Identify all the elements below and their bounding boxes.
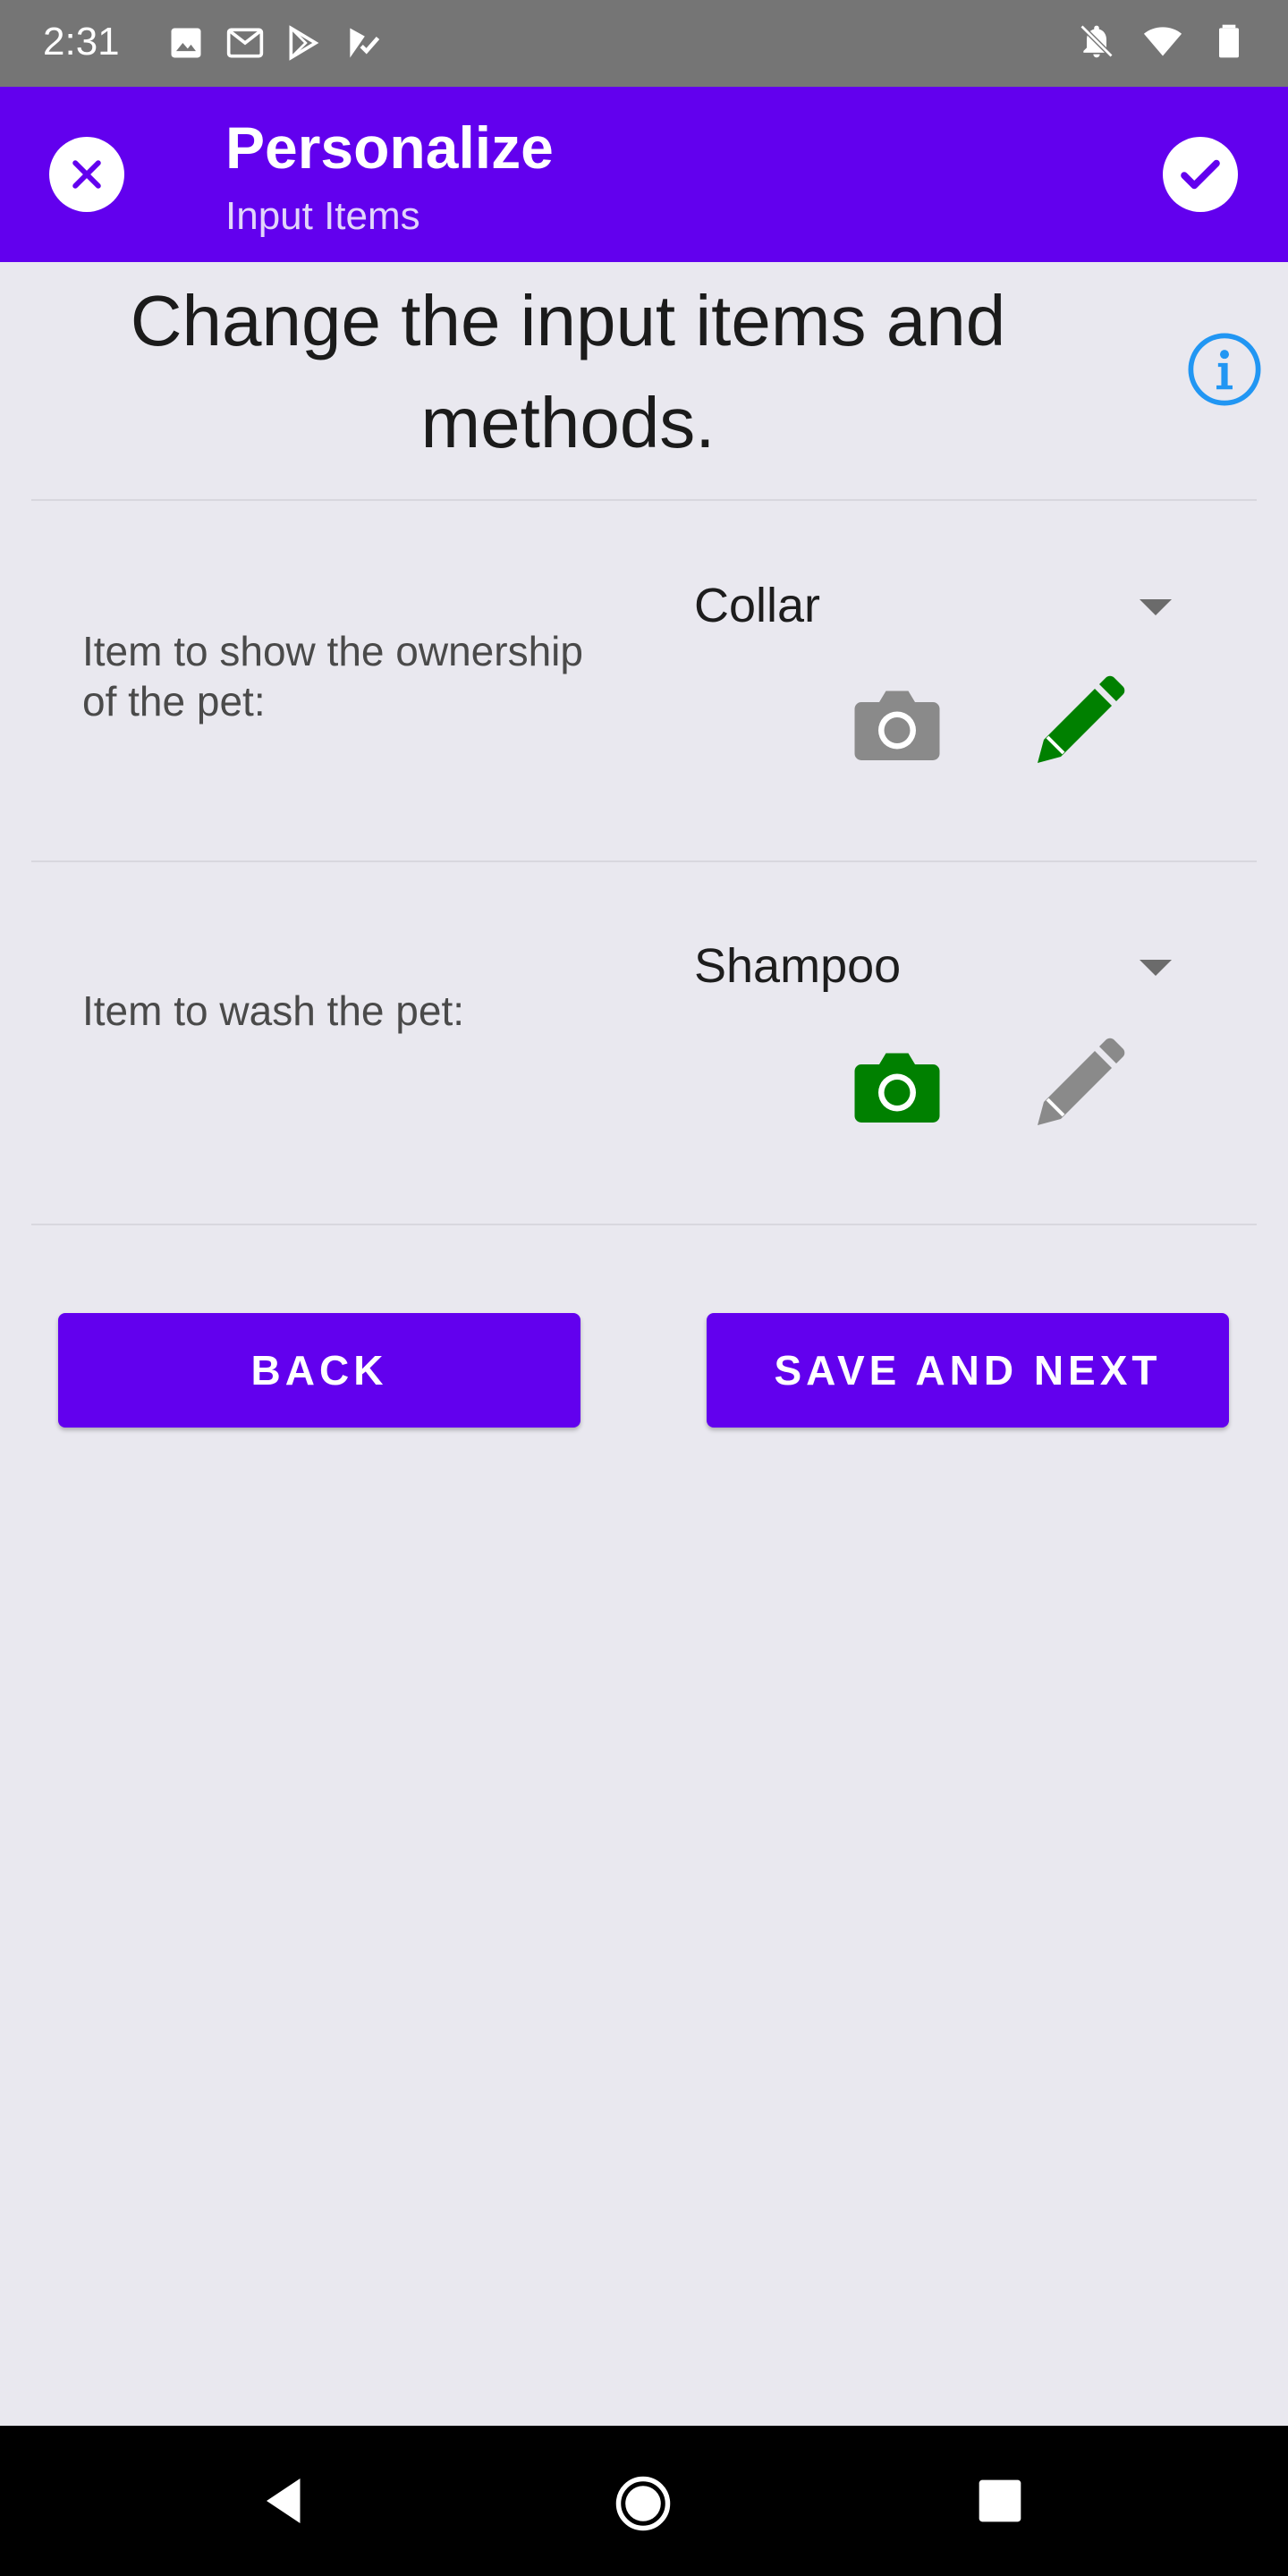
pencil-icon[interactable] — [1024, 1031, 1131, 1139]
dropdown-value: Collar — [694, 579, 821, 632]
item-label-ownership: Item to show the ownership of the pet: — [82, 628, 583, 724]
battery-icon — [1219, 24, 1239, 58]
camera-icon[interactable] — [843, 1033, 951, 1140]
item-label-wash: Item to wash the pet: — [82, 987, 465, 1034]
dropdown-value: Shampoo — [694, 939, 902, 993]
divider — [31, 860, 1257, 862]
back-button[interactable]: BACK — [58, 1313, 580, 1428]
app-title: Personalize — [225, 114, 554, 181]
play-store-icon — [289, 25, 319, 61]
camera-icon[interactable] — [843, 671, 951, 778]
ownership-item-dropdown[interactable]: Collar — [694, 572, 1177, 644]
notifications-off-icon — [1080, 24, 1114, 58]
status-bar: 2:31 — [0, 0, 1288, 87]
dropdown-arrow-icon — [1140, 599, 1172, 615]
app-bar: Personalize Input Items — [0, 87, 1288, 262]
close-icon — [72, 160, 101, 189]
save-and-next-button[interactable]: SAVE AND NEXT — [707, 1313, 1229, 1428]
play-store-check-icon — [350, 28, 380, 58]
pencil-icon[interactable] — [1024, 669, 1131, 776]
check-icon — [1181, 159, 1220, 190]
image-icon — [171, 28, 201, 58]
confirm-button[interactable] — [1163, 137, 1238, 212]
info-icon[interactable] — [1186, 331, 1263, 408]
status-time: 2:31 — [43, 20, 120, 64]
page-heading: Change the input items and methods. — [130, 281, 1006, 462]
home-nav-icon[interactable] — [614, 2474, 673, 2533]
wifi-icon — [1143, 27, 1182, 56]
close-button[interactable] — [49, 137, 124, 212]
back-nav-icon[interactable] — [258, 2474, 311, 2528]
app-subtitle: Input Items — [225, 194, 420, 238]
divider — [31, 1224, 1257, 1225]
navigation-bar — [0, 2426, 1288, 2576]
gmail-icon — [226, 28, 264, 58]
recents-nav-icon[interactable] — [975, 2476, 1025, 2526]
wash-item-dropdown[interactable]: Shampoo — [694, 933, 1177, 1004]
divider — [31, 499, 1257, 501]
dropdown-arrow-icon — [1140, 960, 1172, 976]
